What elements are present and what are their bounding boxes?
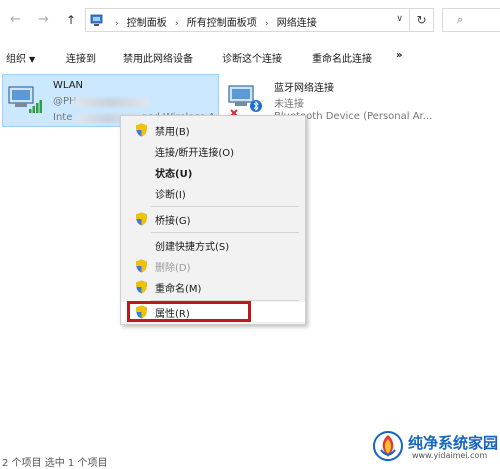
- watermark-logo-icon: [373, 431, 403, 461]
- watermark: 纯净系统家园 www.yidaimei.com: [368, 430, 500, 463]
- bluetooth-adapter-icon: [228, 85, 262, 116]
- address-dropdown-icon[interactable]: ∨: [396, 14, 403, 24]
- refresh-button[interactable]: ↻: [410, 8, 434, 32]
- uac-shield-icon: [136, 280, 147, 294]
- watermark-title: 纯净系统家园: [408, 434, 499, 452]
- uac-shield-icon: [136, 123, 147, 137]
- back-button[interactable]: ←: [10, 12, 21, 27]
- menu-item-label: 删除(D): [155, 263, 191, 274]
- breadcrumb-control-panel[interactable]: 控制面板: [127, 18, 167, 29]
- menu-item-delete[interactable]: 删除(D): [121, 256, 305, 276]
- menu-separator: [151, 206, 299, 207]
- connection-name: WLAN: [53, 80, 84, 91]
- connection-status: 未连接: [274, 99, 304, 110]
- more-commands-button[interactable]: »: [396, 50, 402, 61]
- menu-item-bridge[interactable]: 桥接(G): [121, 209, 305, 229]
- watermark-url: www.yidaimei.com: [412, 451, 488, 460]
- connect-to-button[interactable]: 连接到: [66, 50, 96, 65]
- organize-label: 组织: [6, 54, 26, 65]
- menu-separator: [151, 232, 299, 233]
- uac-shield-icon: [136, 212, 147, 226]
- address-field[interactable]: › 控制面板 › 所有控制面板项 › 网络连接 ∨: [85, 8, 410, 32]
- menu-item-disable[interactable]: 禁用(B): [121, 120, 305, 140]
- chevron-down-icon: ▼: [29, 55, 36, 64]
- breadcrumb-separator: ›: [115, 19, 119, 29]
- menu-item-label: 创建快捷方式(S): [155, 242, 230, 253]
- breadcrumb-network-connections[interactable]: 网络连接: [277, 18, 317, 29]
- menu-item-rename[interactable]: 重命名(M): [121, 277, 305, 297]
- forward-button[interactable]: →: [38, 12, 49, 27]
- disable-device-button[interactable]: 禁用此网络设备: [123, 50, 193, 65]
- uac-shield-icon: [136, 259, 147, 273]
- connection-adapter-start: Inte: [53, 112, 73, 123]
- menu-item-status[interactable]: 状态(U): [121, 162, 305, 182]
- command-bar: 组织 ▼ 连接到 禁用此网络设备 诊断这个连接 重命名此连接 »: [0, 44, 500, 70]
- redacted-ssid: [73, 98, 148, 107]
- menu-item-diagnose[interactable]: 诊断(I): [121, 183, 305, 203]
- highlight-box: [127, 301, 251, 322]
- refresh-icon: ↻: [416, 13, 427, 27]
- menu-item-label: 重命名(M): [155, 284, 202, 295]
- status-bar: 2 个项目 选中 1 个项目: [2, 458, 108, 469]
- diagnose-connection-button[interactable]: 诊断这个连接: [222, 50, 282, 65]
- menu-item-label: 禁用(B): [155, 127, 190, 138]
- control-panel-icon: [90, 14, 103, 26]
- rename-connection-button[interactable]: 重命名此连接: [312, 50, 372, 65]
- organize-menu-button[interactable]: 组织 ▼: [6, 50, 35, 65]
- search-icon: ⌕: [457, 13, 464, 26]
- breadcrumb-separator: ›: [174, 19, 179, 29]
- breadcrumb-separator: ›: [264, 19, 269, 29]
- menu-item-label: 桥接(G): [155, 216, 191, 227]
- menu-item-create-shortcut[interactable]: 创建快捷方式(S): [121, 235, 305, 255]
- connection-name: 蓝牙网络连接: [274, 83, 334, 94]
- menu-item-connect-disconnect[interactable]: 连接/断开连接(O): [121, 141, 305, 161]
- search-box[interactable]: ⌕: [442, 8, 500, 32]
- menu-item-label: 状态(U): [155, 169, 193, 180]
- address-bar-row: ← → ↑ › 控制面板 › 所有控制面板项 › 网络连接 ∨ ↻ ⌕: [0, 0, 500, 40]
- menu-item-label: 连接/断开连接(O): [155, 148, 235, 159]
- breadcrumb: › 控制面板 › 所有控制面板项 › 网络连接: [110, 14, 317, 29]
- up-button[interactable]: ↑: [66, 13, 76, 27]
- breadcrumb-all-items[interactable]: 所有控制面板项: [187, 18, 257, 29]
- context-menu: 禁用(B) 连接/断开连接(O) 状态(U) 诊断(I) 桥接(G) 创建快捷方…: [120, 115, 306, 325]
- wifi-adapter-icon: [8, 86, 42, 113]
- menu-item-label: 诊断(I): [155, 190, 186, 201]
